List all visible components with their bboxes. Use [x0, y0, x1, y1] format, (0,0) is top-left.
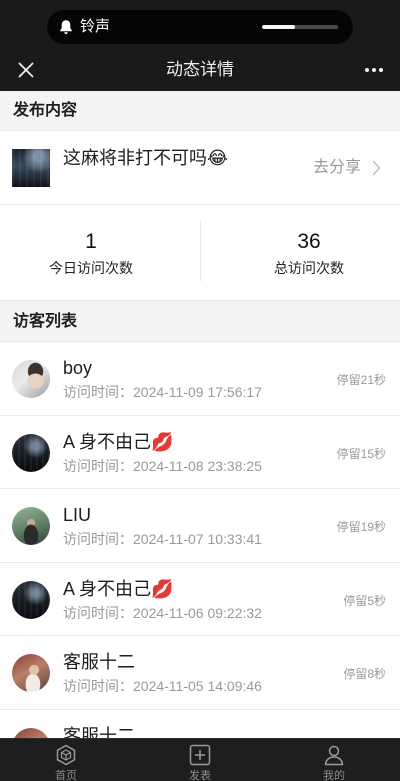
visitor-avatar — [12, 507, 50, 545]
nav-bar: 动态详情 — [0, 47, 400, 91]
more-button[interactable] — [362, 63, 386, 77]
profile-icon — [323, 744, 345, 766]
ringer-indicator: 铃声 — [47, 10, 353, 44]
visit-time: 访问时间：2024-11-07 10:33:41 — [63, 530, 262, 548]
status-bar: 铃声 — [0, 0, 400, 47]
ringer-level-bar — [262, 25, 338, 29]
visit-time: 访问时间：2024-11-06 09:22:32 — [63, 604, 262, 622]
visitor-row[interactable]: boy 访问时间：2024-11-09 17:56:17 停留21秒 — [0, 342, 400, 416]
visit-time: 访问时间：2024-11-05 14:09:46 — [63, 677, 262, 695]
post-thumbnail — [12, 149, 50, 187]
bell-icon — [59, 19, 73, 35]
tab-add-post[interactable]: 发表 — [150, 739, 250, 781]
add-post-icon — [189, 744, 211, 766]
visitor-name: A 身不由己💋 — [63, 578, 174, 599]
visitor-section-header: 访客列表 — [0, 301, 400, 342]
tab-profile-label: 我的 — [323, 770, 345, 781]
visit-time-label: 访问时间： — [63, 384, 133, 400]
visitor-row[interactable]: 客服十二 — [0, 709, 400, 739]
visit-time-value: 2024-11-06 09:22:32 — [133, 604, 262, 621]
visit-time-value: 2024-11-07 10:33:41 — [133, 531, 262, 547]
visitor-avatar — [12, 433, 50, 472]
close-button[interactable] — [17, 61, 35, 79]
visitor-name: A 身不由己💋 — [63, 431, 174, 452]
stat-total-label: 总访问次数 — [274, 260, 344, 276]
visit-time: 访问时间：2024-11-08 23:38:25 — [63, 457, 262, 475]
visitor-row[interactable]: A 身不由己💋 访问时间：2024-11-08 23:38:25 停留15秒 — [0, 415, 400, 489]
visitor-avatar — [12, 654, 50, 692]
visitor-name: boy — [63, 358, 93, 378]
visitor-row[interactable]: 客服十二访问时间：2024-11-05 14:09:46 停留8秒 — [0, 636, 400, 710]
visitor-row[interactable]: LIU 访问时间：2024-11-07 10:33:41 停留19秒 — [0, 489, 400, 563]
visit-time-value: 2024-11-09 17:56:17 — [133, 384, 262, 400]
post-text: 这麻将非打不可吗😂 — [63, 148, 229, 168]
visitor-avatar — [12, 727, 50, 738]
tab-home[interactable]: 首页 — [16, 739, 116, 781]
stay-duration: 停留19秒 — [336, 520, 386, 534]
stay-duration: 停留5秒 — [343, 593, 386, 608]
ringer-level-fill — [262, 25, 295, 29]
post-card[interactable]: 这麻将非打不可吗😂 去分享 — [0, 131, 400, 205]
visit-time-label: 访问时间： — [63, 678, 133, 694]
stat-today: 1 今日访问次数 — [9, 205, 173, 301]
tab-add-post-label: 发表 — [189, 770, 211, 781]
close-icon — [18, 62, 34, 78]
post-section-header: 发布内容 — [0, 91, 400, 131]
visitor-avatar — [12, 360, 50, 398]
tab-profile[interactable]: 我的 — [284, 739, 384, 781]
content-area: 发布内容 这麻将非打不可吗😂 去分享 1 今日访问次数 36 总访问次数 访客列… — [0, 91, 400, 738]
more-icon — [365, 68, 383, 72]
stat-today-label: 今日访问次数 — [49, 260, 133, 276]
stay-duration: 停留15秒 — [336, 446, 386, 461]
home-icon — [55, 744, 77, 766]
visit-time-value: 2024-11-05 14:09:46 — [133, 678, 262, 694]
visitor-name: 客服十二 — [63, 652, 135, 672]
visitor-avatar — [12, 580, 50, 619]
visit-time-label: 访问时间： — [63, 531, 133, 547]
visit-time-value: 2024-11-08 23:38:25 — [133, 457, 262, 474]
share-label: 去分享 — [313, 159, 362, 176]
stats-card: 1 今日访问次数 36 总访问次数 — [0, 205, 400, 301]
visitor-name: LIU — [63, 505, 92, 525]
visitor-name: 客服十二 — [63, 725, 135, 739]
page-title: 动态详情 — [166, 60, 234, 79]
stay-duration: 停留8秒 — [343, 667, 386, 681]
stats-divider — [200, 221, 201, 281]
visit-time: 访问时间：2024-11-09 17:56:17 — [63, 383, 262, 401]
tab-bar: 首页 发表 我的 — [0, 738, 400, 781]
stat-total: 36 总访问次数 — [227, 205, 391, 301]
chevron-right-icon — [372, 160, 381, 176]
visitor-list: boy 访问时间：2024-11-09 17:56:17 停留21秒 A 身不由己💋 访… — [0, 342, 400, 738]
ringer-label: 铃声 — [80, 18, 111, 35]
stay-duration: 停留21秒 — [336, 373, 386, 387]
visitor-row[interactable]: A 身不由己💋 访问时间：2024-11-06 09:22:32 停留5秒 — [0, 562, 400, 636]
stat-today-value: 1 — [85, 230, 97, 253]
stat-total-value: 36 — [297, 230, 321, 253]
tab-home-label: 首页 — [55, 770, 77, 781]
share-button[interactable]: 去分享 — [305, 153, 391, 183]
visit-time-label: 访问时间： — [63, 457, 133, 474]
visit-time-label: 访问时间： — [63, 604, 133, 621]
